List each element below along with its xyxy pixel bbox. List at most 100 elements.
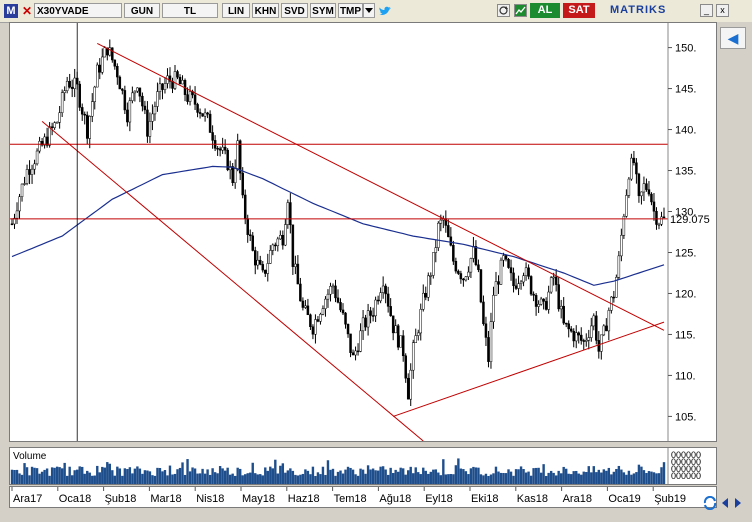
candle-body (427, 275, 430, 298)
khn-button[interactable]: KHN (252, 3, 279, 18)
symbol-field[interactable]: X30YVADE (34, 3, 122, 18)
time-tick-label: May18 (242, 493, 275, 505)
volume-bar (98, 472, 101, 484)
bottom-scroll-area[interactable] (0, 509, 700, 522)
candle-body (123, 90, 127, 111)
candle-body (221, 146, 224, 151)
twitter-icon[interactable] (378, 4, 392, 18)
linear-scale-button[interactable]: LIN (222, 3, 250, 18)
time-tick-label: Kas18 (517, 493, 548, 505)
scroll-right-icon[interactable] (733, 497, 743, 509)
candle-body (582, 340, 586, 342)
candle-body (60, 92, 64, 113)
volume-bar (660, 467, 663, 484)
volume-bar (494, 466, 498, 484)
candle-body (38, 141, 41, 152)
volume-bar (178, 467, 182, 484)
candle-body (512, 272, 515, 287)
candle-body (381, 285, 385, 293)
volume-bar (334, 475, 337, 484)
refresh-icon[interactable] (497, 4, 510, 17)
candle-body (416, 332, 420, 336)
candle-body (655, 211, 658, 225)
volume-bar (482, 475, 485, 484)
moving-average-layer (11, 165, 665, 286)
close-window-button[interactable]: x (716, 4, 729, 17)
sym-button[interactable]: SYM (310, 3, 336, 18)
volume-bar (642, 470, 646, 484)
candle-body (326, 293, 330, 300)
toolbar: M ✕ X30YVADE GUN TL LIN KHN SVD SYM TMP … (0, 0, 752, 23)
close-symbol-icon[interactable]: ✕ (22, 5, 34, 17)
volume-bar (93, 475, 96, 484)
minimize-button[interactable]: _ (700, 4, 713, 17)
volume-bar (284, 472, 287, 484)
volume-bar (635, 472, 638, 484)
chart-icon[interactable] (514, 4, 527, 17)
candle-body (597, 340, 601, 352)
buy-button[interactable]: AL (530, 3, 560, 18)
candle-body (439, 219, 443, 224)
candle-body (434, 247, 438, 253)
candle-body (645, 183, 648, 190)
currency-button[interactable]: TL (162, 3, 218, 18)
sync-icon[interactable] (703, 495, 717, 511)
candle-body (186, 94, 189, 102)
brand-label: MATRIKS (610, 4, 667, 16)
volume-bar (534, 467, 538, 484)
candle-body (494, 281, 498, 296)
candle-body (143, 105, 147, 111)
volume-bar (188, 471, 192, 484)
candle-body (635, 162, 638, 175)
svd-button[interactable]: SVD (281, 3, 308, 18)
volume-bar (396, 471, 400, 484)
volume-bar (479, 474, 483, 484)
volume-bar (504, 473, 508, 484)
sell-button[interactable]: SAT (563, 3, 595, 18)
candle-body (90, 101, 94, 117)
period-button[interactable]: GUN (124, 3, 160, 18)
candle-body (394, 325, 397, 334)
candle-body (554, 276, 558, 285)
price-chart[interactable]: 105.110.115.120.125.130.135.140.145.150.… (10, 23, 716, 442)
candle-body (80, 107, 84, 115)
candle-body (274, 244, 277, 247)
tmp-button[interactable]: TMP (338, 3, 363, 18)
volume-bar (146, 470, 149, 484)
volume-bar (10, 469, 14, 484)
volume-bar (602, 469, 606, 484)
candle-body (592, 315, 596, 327)
volume-bar (620, 469, 623, 484)
candle-body (401, 335, 405, 357)
volume-bar (597, 469, 600, 484)
candle-body (279, 234, 282, 240)
candle-body (83, 113, 86, 116)
volume-bar (557, 470, 560, 484)
volume-bar (447, 474, 450, 484)
right-panel (717, 22, 752, 522)
candle-body (128, 100, 132, 123)
candle-body (248, 234, 252, 237)
volume-bar (464, 471, 468, 484)
scroll-left-icon[interactable] (720, 497, 730, 509)
time-tick-label: Mar18 (150, 493, 181, 505)
volume-bar (266, 470, 269, 484)
volume-panel[interactable]: Volume 000000 000000 000000 000000 (9, 447, 717, 485)
volume-bar (186, 459, 189, 484)
candle-body (472, 246, 475, 259)
candle-body (101, 56, 104, 73)
volume-bar (627, 470, 631, 484)
candle-body (336, 297, 340, 303)
volume-bar (344, 469, 347, 484)
candle-body (121, 88, 124, 91)
candle-body (201, 113, 204, 117)
volume-bar (369, 469, 372, 484)
collapse-panel-button[interactable]: ◀ (720, 27, 746, 49)
candle-body (517, 283, 520, 289)
candle-body (151, 113, 154, 122)
time-axis: Ara17 Oca18 Şub18 Mar18 Nis18 May18 Haz18 Tem18… (11, 487, 686, 505)
candle-body (524, 267, 528, 276)
volume-bar (121, 475, 124, 484)
dropdown-triangle-icon[interactable] (363, 3, 375, 18)
price-chart-panel[interactable]: 105. 110. 115. 120. 125. 130. 135. 140. 145. 150.… (9, 22, 717, 442)
